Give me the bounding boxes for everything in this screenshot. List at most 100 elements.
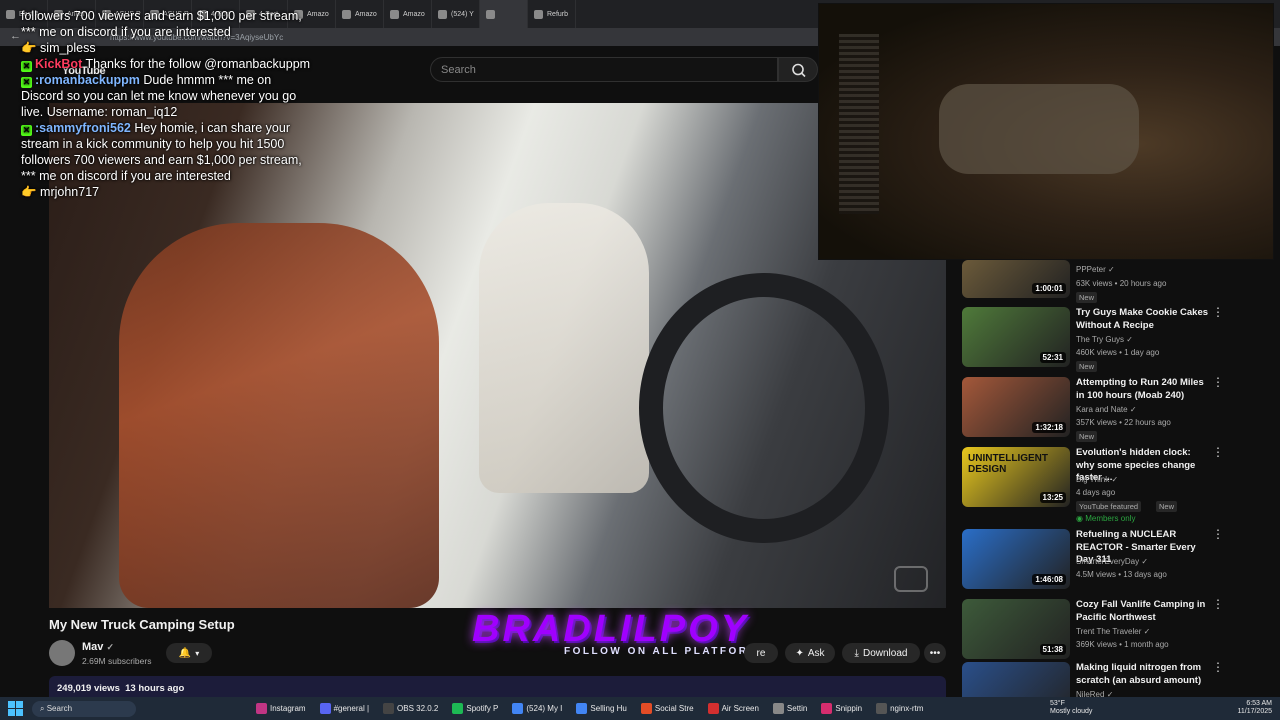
- video-thumbnail[interactable]: 52:31: [962, 307, 1070, 367]
- tab-title: Refurb: [547, 10, 569, 18]
- more-actions-button[interactable]: •••: [924, 643, 946, 663]
- taskbar-app[interactable]: (524) My I: [512, 703, 562, 714]
- search-placeholder: Search: [441, 64, 476, 76]
- stream-chat-overlay: followers 700 viewers and earn $1,000 pe…: [21, 8, 311, 200]
- download-icon: ⤓: [854, 647, 859, 659]
- notifications-button[interactable]: 🔔 ▾: [166, 643, 212, 663]
- view-count: 249,019 views: [57, 683, 120, 694]
- recommended-channel: Kara and Nate ✓: [1076, 405, 1137, 414]
- search-input[interactable]: Search: [430, 57, 778, 82]
- more-vertical-icon[interactable]: ⋮: [1212, 661, 1224, 673]
- webcam-bed-shape: [939, 84, 1139, 174]
- channel-name-text: Mav: [82, 641, 104, 653]
- channel-text: Kara and Nate: [1076, 405, 1128, 414]
- browser-tab[interactable]: Refurb: [528, 0, 576, 28]
- video-thumbnail[interactable]: UNINTELLIGENT DESIGN 13:25: [962, 447, 1070, 507]
- app-label: Selling Hu: [590, 704, 627, 713]
- recommended-meta: 369K views • 1 month ago: [1076, 640, 1169, 649]
- browser-tab[interactable]: Amazo: [384, 0, 432, 28]
- channel-watermark[interactable]: [894, 566, 928, 592]
- recommended-video[interactable]: 1:46:08 Refueling a NUCLEAR REACTOR - Sma…: [962, 528, 1230, 591]
- recommended-title: Making liquid nitrogen from scratch (an …: [1076, 662, 1202, 686]
- app-icon: [876, 703, 888, 714]
- app-icon: [512, 703, 524, 714]
- download-button[interactable]: ⤓ Download: [842, 643, 920, 663]
- recommended-channel: Big Think ✓: [1076, 475, 1118, 484]
- recommended-meta: 357K views • 22 hours ago: [1076, 418, 1171, 427]
- recommended-meta: 63K views • 20 hours ago: [1076, 279, 1167, 288]
- recommended-channel: The Try Guys ✓: [1076, 335, 1133, 344]
- video-duration: 1:00:01: [1032, 283, 1066, 294]
- video-thumbnail[interactable]: 1:46:08: [962, 529, 1070, 589]
- tab-title: Amazo: [355, 10, 377, 18]
- video-duration: 1:46:08: [1032, 574, 1066, 585]
- video-thumbnail[interactable]: 1:32:18: [962, 377, 1070, 437]
- share-button[interactable]: re: [744, 643, 778, 663]
- recommended-channel: SmarterEveryDay ✓: [1076, 557, 1148, 566]
- weather-widget[interactable]: 53°F Mostly cloudy: [1050, 700, 1092, 716]
- chat-text: Thanks for the follow @romanbackuppm: [82, 57, 311, 71]
- channel-name[interactable]: Mav ✓: [82, 641, 114, 653]
- more-vertical-icon[interactable]: ⋮: [1212, 376, 1224, 388]
- chat-text: 👉 sim_pless: [21, 41, 96, 55]
- app-icon: [576, 703, 588, 714]
- video-duration: 51:38: [1039, 644, 1066, 655]
- kick-badge-icon: ✕: [21, 125, 32, 136]
- app-label: OBS 32.0.2: [397, 704, 439, 713]
- verified-icon: ✓: [1126, 335, 1133, 344]
- taskbar-app[interactable]: OBS 32.0.2: [383, 703, 438, 714]
- browser-tab[interactable]: (524) Y: [432, 0, 480, 28]
- weather-desc: Mostly cloudy: [1050, 708, 1093, 715]
- app-icon: [319, 703, 331, 714]
- video-seat-shape: [119, 223, 439, 608]
- taskbar-app[interactable]: Social Stre: [640, 703, 694, 714]
- webcam-window-blind: [839, 34, 879, 214]
- taskbar-app[interactable]: Spotify P: [452, 703, 498, 714]
- recommended-video[interactable]: 51:38 Cozy Fall Vanlife Camping in Pacifi…: [962, 598, 1230, 661]
- taskbar-app[interactable]: nginx-rtm: [876, 703, 923, 714]
- app-label: (524) My I: [526, 704, 563, 713]
- download-label: Download: [862, 647, 908, 659]
- taskbar-app[interactable]: Snippin: [821, 703, 862, 714]
- taskbar-app[interactable]: Selling Hu: [576, 703, 627, 714]
- verified-icon: ✓: [1141, 557, 1149, 566]
- more-vertical-icon[interactable]: ⋮: [1212, 306, 1224, 318]
- app-icon: [383, 703, 395, 714]
- app-icon: [821, 703, 833, 714]
- app-label: nginx-rtm: [890, 704, 924, 713]
- windows-taskbar: ⌕ Search Instagram #general | OBS 32.0.2 Sp…: [0, 697, 1280, 720]
- taskbar-app[interactable]: #general |: [319, 703, 369, 714]
- video-thumbnail[interactable]: 51:38: [962, 599, 1070, 659]
- channel-avatar[interactable]: [49, 640, 75, 666]
- taskbar-app[interactable]: Settin: [772, 703, 808, 714]
- video-thumbnail[interactable]: 1:00:01: [962, 260, 1070, 298]
- more-vertical-icon[interactable]: ⋮: [1212, 446, 1224, 458]
- app-label: Settin: [786, 704, 808, 713]
- chat-username: :romanbackuppm: [35, 73, 140, 87]
- system-clock[interactable]: 6:53 AM 11/17/2025: [1237, 700, 1272, 716]
- video-tag: New: [1076, 292, 1098, 303]
- windows-start-icon[interactable]: [8, 700, 24, 717]
- taskbar-search[interactable]: ⌕ Search: [32, 700, 136, 717]
- more-vertical-icon[interactable]: ⋮: [1212, 598, 1224, 610]
- recommended-video[interactable]: 1:32:18 Attempting to Run 240 Miles in 10…: [962, 376, 1230, 442]
- taskbar-app[interactable]: Air Screen: [707, 703, 759, 714]
- tab-favicon-icon: [390, 9, 399, 19]
- video-title: My New Truck Camping Setup: [49, 617, 235, 632]
- recommended-video[interactable]: 52:31 Try Guys Make Cookie Cakes Without …: [962, 306, 1230, 372]
- browser-tab[interactable]: [480, 0, 528, 28]
- chat-text: followers 700 viewers and earn $1,000 pe…: [21, 9, 302, 39]
- search-button[interactable]: [778, 57, 818, 82]
- tab-title: Amazo: [403, 10, 425, 18]
- channel-text: SmarterEveryDay: [1076, 557, 1140, 566]
- more-vertical-icon[interactable]: ⋮: [1212, 528, 1224, 540]
- webcam-overlay: [818, 3, 1274, 260]
- recommended-video[interactable]: UNINTELLIGENT DESIGN 13:25 Evolution's hid…: [962, 446, 1230, 523]
- back-arrow-icon[interactable]: ←: [10, 30, 21, 42]
- app-icon: [707, 703, 719, 714]
- streamer-name: BRADLILPOY: [472, 608, 749, 650]
- ask-button[interactable]: ✦ Ask: [785, 643, 835, 663]
- channel-text: The Try Guys: [1076, 335, 1125, 344]
- browser-tab[interactable]: Amazo: [336, 0, 384, 28]
- taskbar-app[interactable]: Instagram: [256, 703, 306, 714]
